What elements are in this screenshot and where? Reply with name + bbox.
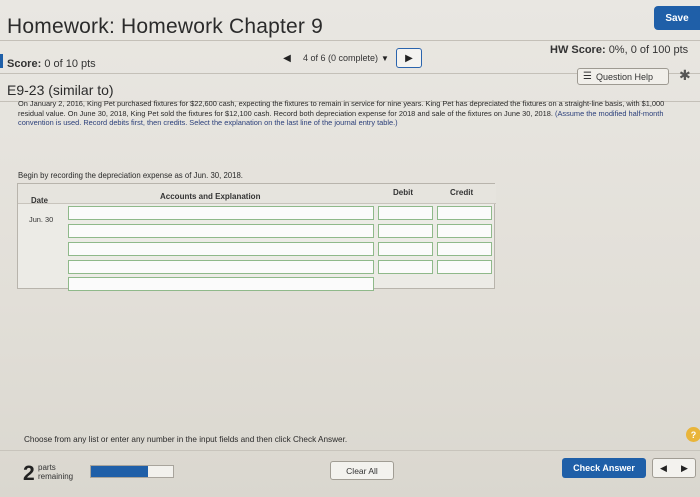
hw-score: HW Score: 0%, 0 of 100 pts	[550, 44, 688, 56]
previous-part-icon[interactable]: ◀	[660, 463, 667, 474]
score-label: Score:	[7, 58, 42, 70]
score-value: 0 of 10 pts	[44, 58, 96, 70]
save-button[interactable]: Save	[654, 6, 700, 30]
problem-id: E9-23 (similar to)	[7, 82, 114, 98]
clear-all-button[interactable]: Clear All	[330, 461, 394, 480]
question-selector[interactable]: 4 of 6 (0 complete)	[303, 53, 378, 63]
list-icon: ☰	[583, 71, 592, 82]
account-select-3[interactable]	[68, 242, 374, 256]
next-part-icon[interactable]: ▶	[681, 463, 688, 474]
progress-fill	[91, 466, 149, 477]
credit-input-3[interactable]	[437, 242, 492, 256]
parts-label: parts remaining	[38, 463, 82, 481]
question-navigator: ◀ 4 of 6 (0 complete) ▼ ▶	[279, 48, 422, 68]
question-help-label: Question Help	[595, 71, 654, 82]
debit-input-1[interactable]	[378, 206, 433, 220]
journal-entry-table: Date Accounts and Explanation Debit Cred…	[17, 183, 496, 291]
page-title: Homework: Homework Chapter 9	[7, 15, 324, 38]
debit-input-4[interactable]	[378, 260, 433, 274]
divider	[0, 450, 700, 451]
credit-input-1[interactable]	[437, 206, 492, 220]
column-credit: Credit	[450, 188, 474, 197]
credit-input-4[interactable]	[437, 260, 492, 274]
problem-statement: On January 2, 2016, King Pet purchased f…	[18, 99, 692, 128]
parts-progress-bar	[90, 465, 174, 478]
journal-instruction: Begin by recording the depreciation expe…	[18, 171, 243, 180]
entry-date: Jun. 30	[29, 215, 54, 224]
debit-input-2[interactable]	[378, 224, 433, 238]
column-accounts: Accounts and Explanation	[160, 192, 261, 201]
parts-label-text: parts remaining	[38, 463, 74, 481]
previous-question-icon[interactable]: ◀	[279, 50, 295, 66]
question-mark-icon[interactable]: ?	[686, 427, 700, 442]
column-debit: Debit	[393, 188, 413, 197]
account-select-1[interactable]	[68, 206, 374, 220]
score-indicator	[0, 54, 3, 68]
footer-instruction: Choose from any list or enter any number…	[24, 435, 348, 444]
gear-icon[interactable]: ✱	[679, 67, 691, 84]
credit-input-2[interactable]	[437, 224, 492, 238]
account-select-2[interactable]	[68, 224, 374, 238]
column-date: Date	[31, 196, 48, 205]
parts-count: 2	[23, 462, 35, 485]
homework-page: Homework: Homework Chapter 9 Save Score:…	[0, 0, 700, 497]
hw-score-value: 0%, 0 of 100 pts	[608, 44, 689, 56]
divider	[0, 40, 700, 41]
account-select-4[interactable]	[68, 260, 374, 274]
score: Score: 0 of 10 pts	[7, 58, 96, 70]
check-answer-button[interactable]: Check Answer	[562, 458, 646, 478]
debit-input-3[interactable]	[378, 242, 433, 256]
part-navigator: ◀ ▶	[652, 458, 696, 478]
next-question-button[interactable]: ▶	[395, 48, 422, 68]
caret-down-icon[interactable]: ▼	[381, 54, 389, 63]
journal-header: Date Accounts and Explanation Debit Cred…	[18, 184, 496, 205]
explanation-select[interactable]	[68, 277, 374, 291]
question-help-button[interactable]: ☰ Question Help	[577, 68, 669, 85]
hw-score-label: HW Score:	[550, 44, 606, 56]
